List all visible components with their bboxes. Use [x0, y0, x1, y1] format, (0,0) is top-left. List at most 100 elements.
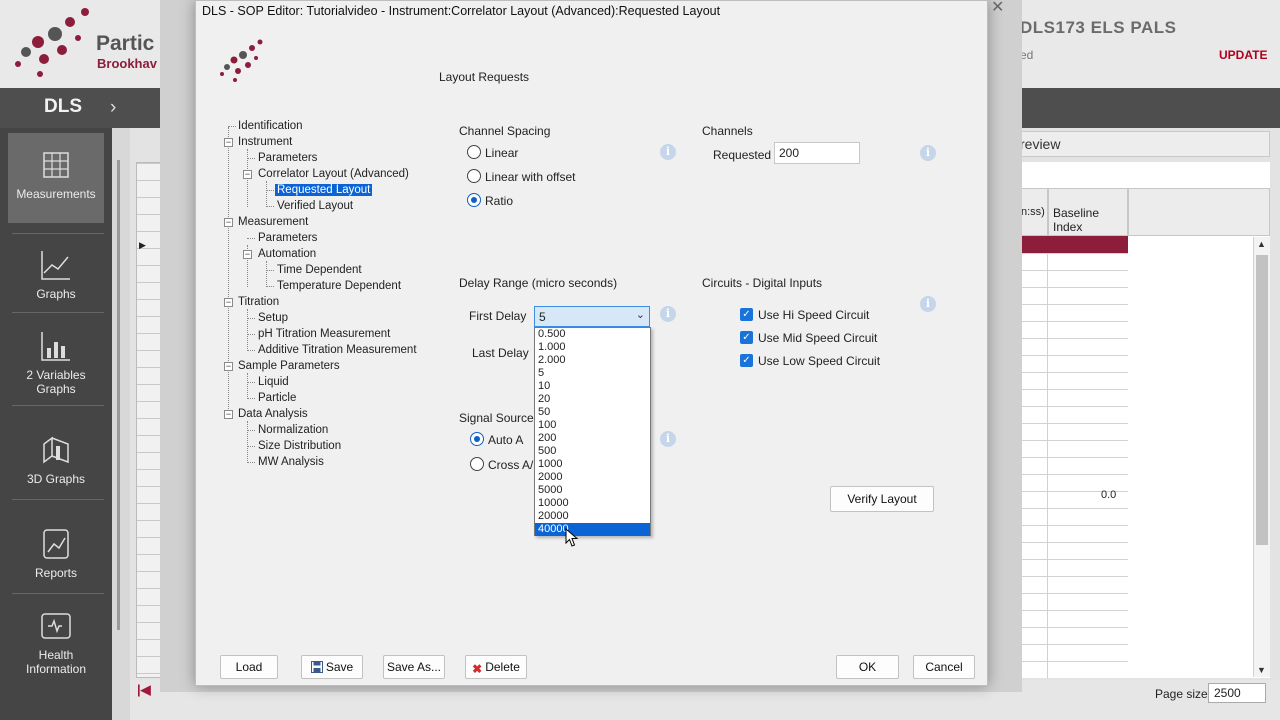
dropdown-option[interactable]: 5 — [535, 367, 650, 380]
dropdown-option[interactable]: 100 — [535, 419, 650, 432]
dropdown-option[interactable]: 10000 — [535, 497, 650, 510]
collapse-icon[interactable]: − — [224, 218, 233, 227]
dropdown-option[interactable]: 50 — [535, 406, 650, 419]
radio-auto-a-label[interactable]: Auto A — [488, 433, 523, 447]
checkbox-hi-speed[interactable]: ✓ — [740, 308, 753, 321]
delete-button[interactable]: ✖ Delete — [465, 655, 527, 679]
checkbox-hi-speed-label[interactable]: Use Hi Speed Circuit — [758, 308, 869, 322]
tree-item-identification[interactable]: Identification — [238, 119, 303, 133]
tree-item-additive-titration[interactable]: Additive Titration Measurement — [258, 343, 417, 357]
tree-item-particle[interactable]: Particle — [258, 391, 296, 405]
tree-item-setup[interactable]: Setup — [258, 311, 288, 325]
tree-item-parameters[interactable]: Parameters — [258, 151, 317, 165]
radio-linear-label[interactable]: Linear — [485, 146, 518, 160]
load-button[interactable]: Load — [220, 655, 278, 679]
info-icon[interactable]: i — [660, 306, 676, 322]
sidebar-item-graphs[interactable]: Graphs — [8, 233, 104, 323]
first-delay-select[interactable]: 5 ⌄ — [534, 306, 650, 327]
scroll-down-icon[interactable]: ▼ — [1257, 665, 1266, 675]
nav-title[interactable]: DLS — [44, 96, 82, 118]
table-rows[interactable] — [1020, 253, 1128, 678]
selected-row[interactable] — [1020, 236, 1128, 253]
chevron-down-icon[interactable]: ⌄ — [636, 308, 645, 321]
dropdown-option[interactable]: 0.500 — [535, 328, 650, 341]
update-link[interactable]: UPDATE — [1219, 48, 1267, 62]
sidebar-scrollbar[interactable] — [117, 160, 120, 630]
tree-item-time-dependent[interactable]: Time Dependent — [277, 263, 362, 277]
checkbox-mid-speed-label[interactable]: Use Mid Speed Circuit — [758, 331, 877, 345]
tree-item-normalization[interactable]: Normalization — [258, 423, 328, 437]
requested-channels-input[interactable]: 200 — [774, 142, 860, 164]
sidebar-item-3d-graphs[interactable]: 3D Graphs — [8, 418, 104, 508]
tree-item-mw-analysis[interactable]: MW Analysis — [258, 455, 324, 469]
dropdown-option[interactable]: 200 — [535, 432, 650, 445]
dropdown-option[interactable]: 500 — [535, 445, 650, 458]
tree-item-data-analysis[interactable]: Data Analysis — [238, 407, 308, 421]
info-icon[interactable]: i — [920, 145, 936, 161]
dropdown-option[interactable]: 20 — [535, 393, 650, 406]
collapse-icon[interactable]: − — [243, 170, 252, 179]
tree-item-measurement[interactable]: Measurement — [238, 215, 308, 229]
collapse-icon[interactable]: − — [224, 410, 233, 419]
sidebar-item-health-information[interactable]: Health Information — [8, 594, 104, 684]
dropdown-option[interactable]: 2.000 — [535, 354, 650, 367]
sidebar-item-measurements[interactable]: Measurements — [8, 133, 104, 223]
checkbox-low-speed[interactable]: ✓ — [740, 354, 753, 367]
collapse-icon[interactable]: − — [224, 362, 233, 371]
radio-linear[interactable] — [467, 145, 481, 159]
radio-cross-ab[interactable] — [470, 457, 484, 471]
cancel-button[interactable]: Cancel — [913, 655, 975, 679]
dropdown-option-highlighted[interactable]: 40000 — [535, 523, 650, 536]
close-icon[interactable]: ✕ — [991, 0, 1004, 17]
column-header-baseline-index[interactable]: Baseline Index — [1048, 188, 1128, 236]
tree-item-ph-titration[interactable]: pH Titration Measurement — [258, 327, 390, 341]
collapse-icon[interactable]: − — [224, 298, 233, 307]
tree-item-size-distribution[interactable]: Size Distribution — [258, 439, 341, 453]
circuits-title: Circuits - Digital Inputs — [702, 276, 823, 290]
scroll-up-icon[interactable]: ▲ — [1257, 239, 1266, 249]
tree-item-liquid[interactable]: Liquid — [258, 375, 289, 389]
checkbox-mid-speed[interactable]: ✓ — [740, 331, 753, 344]
tree-item-instrument[interactable]: Instrument — [238, 135, 292, 149]
first-page-icon[interactable]: |◀ — [137, 682, 157, 700]
ok-button[interactable]: OK — [836, 655, 899, 679]
tree-item-sample-parameters[interactable]: Sample Parameters — [238, 359, 340, 373]
info-icon[interactable]: i — [660, 431, 676, 447]
tree-item-temperature-dependent[interactable]: Temperature Dependent — [277, 279, 401, 293]
dropdown-option[interactable]: 2000 — [535, 471, 650, 484]
dropdown-option[interactable]: 20000 — [535, 510, 650, 523]
dropdown-option[interactable]: 1000 — [535, 458, 650, 471]
dropdown-option[interactable]: 10 — [535, 380, 650, 393]
dropdown-option[interactable]: 1.000 — [535, 341, 650, 354]
tree-item-requested-layout[interactable]: Requested Layout — [275, 183, 373, 197]
grid-scrollbar[interactable]: ▲ ▼ — [1253, 237, 1270, 677]
radio-ratio-label[interactable]: Ratio — [485, 194, 513, 208]
first-delay-dropdown[interactable]: 0.500 1.000 2.000 5 10 20 50 100 200 500… — [534, 327, 651, 536]
info-icon[interactable]: i — [920, 296, 936, 312]
baseline-value: 0.0 — [1101, 489, 1117, 501]
info-icon[interactable]: i — [660, 144, 676, 160]
tree-item-measurement-parameters[interactable]: Parameters — [258, 231, 317, 245]
tree-item-label: Temperature Dependent — [277, 280, 402, 292]
tree-item-verified-layout[interactable]: Verified Layout — [277, 199, 353, 213]
verify-layout-button[interactable]: Verify Layout — [830, 486, 934, 512]
tree-item-titration[interactable]: Titration — [238, 295, 279, 309]
sidebar-item-label: 3D Graphs — [26, 472, 86, 486]
radio-linear-with-offset-label[interactable]: Linear with offset — [485, 170, 576, 184]
column-header-time[interactable]: n:ss) — [1020, 188, 1048, 236]
collapse-icon[interactable]: − — [243, 250, 252, 259]
page-size-select[interactable]: 2500 — [1208, 683, 1266, 703]
tree-item-correlator-layout[interactable]: Correlator Layout (Advanced) — [258, 167, 409, 181]
sidebar-item-reports[interactable]: Reports — [8, 512, 104, 602]
save-as-button[interactable]: Save As... — [383, 655, 445, 679]
radio-ratio[interactable] — [467, 193, 481, 207]
tree-item-automation[interactable]: Automation — [258, 247, 316, 261]
dropdown-option[interactable]: 5000 — [535, 484, 650, 497]
save-button[interactable]: Save — [301, 655, 363, 679]
checkbox-low-speed-label[interactable]: Use Low Speed Circuit — [758, 354, 880, 368]
collapse-icon[interactable]: − — [224, 138, 233, 147]
radio-linear-with-offset[interactable] — [467, 169, 481, 183]
scroll-thumb[interactable] — [1256, 255, 1268, 545]
sidebar-item-2-variables-graphs[interactable]: 2 Variables Graphs — [8, 314, 104, 404]
radio-auto-a[interactable] — [470, 432, 484, 446]
